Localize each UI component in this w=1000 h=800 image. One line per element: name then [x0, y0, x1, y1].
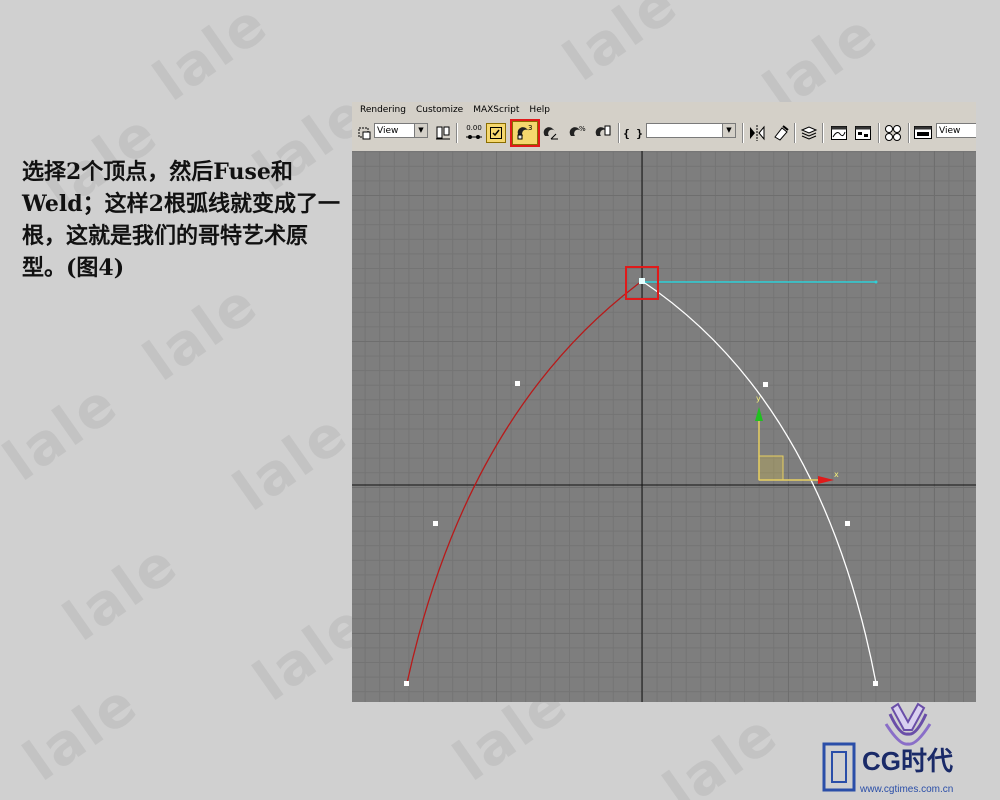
vertex-point — [873, 681, 878, 686]
mirror-icon[interactable] — [746, 121, 768, 145]
percent-snap-icon[interactable]: % — [566, 121, 588, 145]
edit-named-selection-icon[interactable]: { } — [622, 121, 644, 145]
spinner-snap-toggle-icon[interactable] — [592, 121, 614, 145]
menu-maxscript[interactable]: MAXScript — [473, 105, 519, 115]
brand-logo-graphic: CG时代 www.cgtimes.com.cn — [822, 702, 953, 795]
vertex-point — [515, 381, 520, 386]
toolbar-divider — [456, 123, 457, 143]
gizmo-x-arrow — [818, 476, 834, 484]
svg-text:%: % — [579, 125, 586, 133]
watermark-text: lale — [552, 0, 690, 95]
align-icon[interactable] — [770, 121, 792, 145]
gizmo-y-arrow — [755, 407, 763, 421]
spinner-snap-icon[interactable]: 0.00 — [460, 121, 488, 145]
toolbar-divider — [794, 123, 795, 143]
watermark-text: lale — [222, 400, 360, 525]
reference-coord-dropdown[interactable]: View ▼ — [374, 123, 428, 138]
chevron-down-icon: ▼ — [414, 124, 427, 137]
watermark-text: lale — [132, 270, 270, 395]
vertex-point — [433, 521, 438, 526]
reference-coord-value: View — [377, 126, 399, 136]
layer-manager-icon[interactable] — [798, 121, 820, 145]
vertex-point — [763, 382, 768, 387]
toolbar-divider — [908, 123, 909, 143]
menu-rendering[interactable]: Rendering — [360, 105, 406, 115]
toolbar-divider — [822, 123, 823, 143]
watermark-text: lale — [52, 530, 190, 655]
toolbar-divider — [742, 123, 743, 143]
left-arc-spline — [406, 280, 643, 684]
menu-customize[interactable]: Customize — [416, 105, 463, 115]
region-select-icon[interactable] — [354, 121, 376, 145]
brand-logo: CG时代 www.cgtimes.com.cn — [820, 700, 995, 796]
toolbar-divider — [878, 123, 879, 143]
angle-snap-toggle-icon[interactable] — [486, 123, 506, 143]
watermark-text: lale — [12, 670, 150, 795]
snaps-toggle-icon[interactable]: 3 — [510, 119, 540, 147]
cyan-line-end — [874, 280, 878, 284]
fused-vertex-point — [639, 278, 645, 284]
angle-snap-icon[interactable] — [540, 121, 562, 145]
instruction-caption: 选择2个顶点，然后Fuse和Weld；这样2根弧线就变成了一根，这就是我们的哥特… — [22, 159, 340, 281]
top-viewport[interactable]: y x — [352, 150, 976, 702]
curve-editor-icon[interactable] — [828, 121, 850, 145]
main-toolbar: View ▼ 0.00 3 % { } ▼ View — [352, 119, 976, 147]
watermark-text: lale — [142, 0, 280, 115]
menu-help[interactable]: Help — [529, 105, 550, 115]
chevron-down-icon: ▼ — [722, 124, 735, 137]
named-selection-dropdown[interactable]: ▼ — [646, 123, 736, 138]
gizmo-x-label: x — [834, 470, 839, 479]
render-scene-icon[interactable] — [912, 121, 934, 145]
schematic-view-icon[interactable] — [852, 121, 874, 145]
svg-text:3: 3 — [528, 124, 532, 132]
max-window: Rendering Customize MAXScript Help View … — [352, 102, 976, 702]
render-type-value: View — [939, 126, 961, 136]
right-arc-spline — [641, 280, 877, 684]
gizmo-plane-handle — [758, 455, 784, 481]
vertex-point — [845, 521, 850, 526]
watermark-text: lale — [0, 370, 130, 495]
brand-logo-text: CG时代 — [862, 746, 953, 776]
pivot-center-icon[interactable] — [432, 121, 454, 145]
spinner-snap-value: 0.00 — [466, 124, 482, 132]
toolbar-divider — [618, 123, 619, 143]
vertex-point — [404, 681, 409, 686]
viewport-canvas: y x — [352, 151, 976, 702]
menu-bar: Rendering Customize MAXScript Help — [352, 102, 976, 118]
watermark-text: lale — [652, 700, 790, 800]
render-type-dropdown[interactable]: View — [936, 123, 976, 138]
brand-logo-url: www.cgtimes.com.cn — [859, 784, 953, 795]
material-editor-icon[interactable] — [882, 121, 904, 145]
gizmo-y-label: y — [756, 394, 761, 403]
